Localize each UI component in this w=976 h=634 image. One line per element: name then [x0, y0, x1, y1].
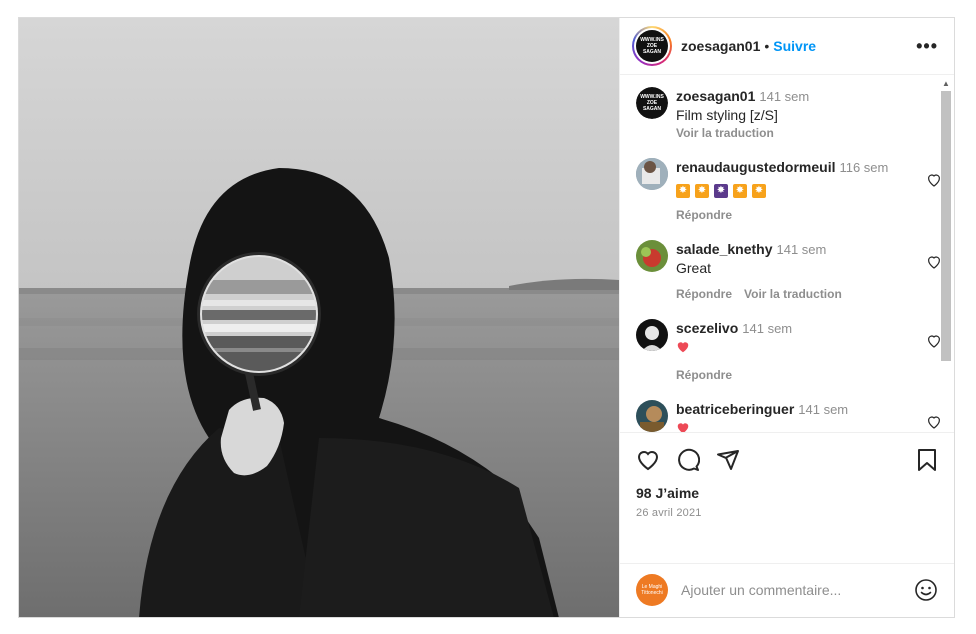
- reply-button[interactable]: Répondre: [676, 208, 732, 222]
- comment-avatar[interactable]: [636, 400, 668, 432]
- comments-scrollbar[interactable]: ▲ ▼: [940, 77, 952, 432]
- comment-username[interactable]: renaudaugustedormeuil: [676, 159, 835, 175]
- comment-username[interactable]: scezelivo: [676, 320, 738, 336]
- sparkle-emoji-icon: ✸: [714, 184, 728, 199]
- comment-icon[interactable]: [676, 448, 700, 472]
- reply-button[interactable]: Répondre: [676, 287, 732, 301]
- comment-item: renaudaugustedormeuil 116 sem ✸ ✸ ✸ ✸ ✸ Répon…: [636, 158, 940, 224]
- post-dialog: WWW.INS ZOE SAGAN zoesagan01 • Suivre ••…: [18, 17, 955, 618]
- follow-button[interactable]: Suivre: [773, 38, 816, 54]
- add-comment-bar: Le Maghi Tittonechi: [620, 562, 954, 617]
- comment-item: scezelivo 141 sem Répondre: [636, 319, 940, 384]
- comment-time[interactable]: 141 sem: [777, 242, 827, 257]
- sparkle-emoji-icon: ✸: [695, 184, 709, 199]
- comment-heart-emoji: [676, 421, 922, 432]
- comment-heart-emoji: [676, 340, 922, 358]
- header-separator: •: [764, 38, 770, 55]
- reply-button[interactable]: Répondre: [676, 368, 732, 382]
- comment-avatar[interactable]: [636, 319, 668, 352]
- translate-button[interactable]: Voir la traduction: [744, 287, 842, 301]
- comment-time[interactable]: 116 sem: [839, 160, 888, 175]
- post-side-panel: WWW.INS ZOE SAGAN zoesagan01 • Suivre ••…: [619, 18, 954, 617]
- caption-translate-link[interactable]: Voir la traduction: [676, 124, 922, 142]
- bookmark-icon[interactable]: [916, 448, 938, 472]
- avatar-text-3: SAGAN: [642, 49, 662, 56]
- comment-avatar[interactable]: [636, 240, 668, 273]
- comment-username[interactable]: beatriceberinguer: [676, 401, 794, 417]
- share-icon[interactable]: [716, 448, 740, 472]
- story-ring[interactable]: WWW.INS ZOE SAGAN: [632, 26, 672, 67]
- comment-time[interactable]: 141 sem: [798, 402, 848, 417]
- post-photo[interactable]: [19, 18, 619, 617]
- caption-avatar[interactable]: WWW.INS ZOE SAGAN: [636, 87, 668, 120]
- comment-item: salade_knethy 141 sem Great Répondre Voir …: [636, 240, 940, 303]
- comment-time[interactable]: 141 sem: [742, 321, 792, 336]
- current-user-avatar: Le Maghi Tittonechi: [636, 574, 668, 607]
- caption-username[interactable]: zoesagan01: [676, 88, 755, 104]
- red-heart-emoji-icon: [677, 423, 689, 432]
- comment-username[interactable]: salade_knethy: [676, 241, 773, 257]
- comment-text: Great: [676, 260, 712, 277]
- post-header: WWW.INS ZOE SAGAN zoesagan01 • Suivre ••…: [620, 18, 954, 76]
- header-username[interactable]: zoesagan01: [681, 38, 760, 54]
- comment-emoji-row: ✸ ✸ ✸ ✸ ✸: [676, 179, 922, 199]
- comment-item: beatriceberinguer 141 sem: [636, 400, 940, 432]
- sparkle-emoji-icon: ✸: [733, 184, 747, 199]
- caption: WWW.INS ZOE SAGAN zoesagan01 141 sem Film…: [636, 87, 922, 142]
- post-date[interactable]: 26 avril 2021: [636, 507, 938, 519]
- like-heart-icon[interactable]: [636, 448, 660, 472]
- more-icon[interactable]: •••: [916, 36, 938, 57]
- sparkle-emoji-icon: ✸: [752, 184, 766, 199]
- likes-count[interactable]: 98 J’aime: [636, 485, 938, 501]
- avatar: WWW.INS ZOE SAGAN: [636, 30, 668, 63]
- emoji-icon[interactable]: [914, 578, 938, 602]
- comments-list[interactable]: WWW.INS ZOE SAGAN zoesagan01 141 sem Film…: [620, 75, 954, 432]
- comment-avatar[interactable]: [636, 158, 668, 191]
- add-comment-input[interactable]: [681, 582, 914, 599]
- scrollbar-thumb[interactable]: [941, 91, 951, 362]
- post-actions: 98 J’aime 26 avril 2021: [620, 431, 954, 563]
- red-heart-emoji-icon: [677, 342, 689, 353]
- caption-time[interactable]: 141 sem: [759, 89, 809, 104]
- caption-text: Film styling [z/S]: [676, 107, 778, 124]
- sparkle-emoji-icon: ✸: [676, 184, 690, 199]
- caption-avatar-text-3: SAGAN: [642, 106, 662, 113]
- scroll-up-icon[interactable]: ▲: [942, 79, 950, 88]
